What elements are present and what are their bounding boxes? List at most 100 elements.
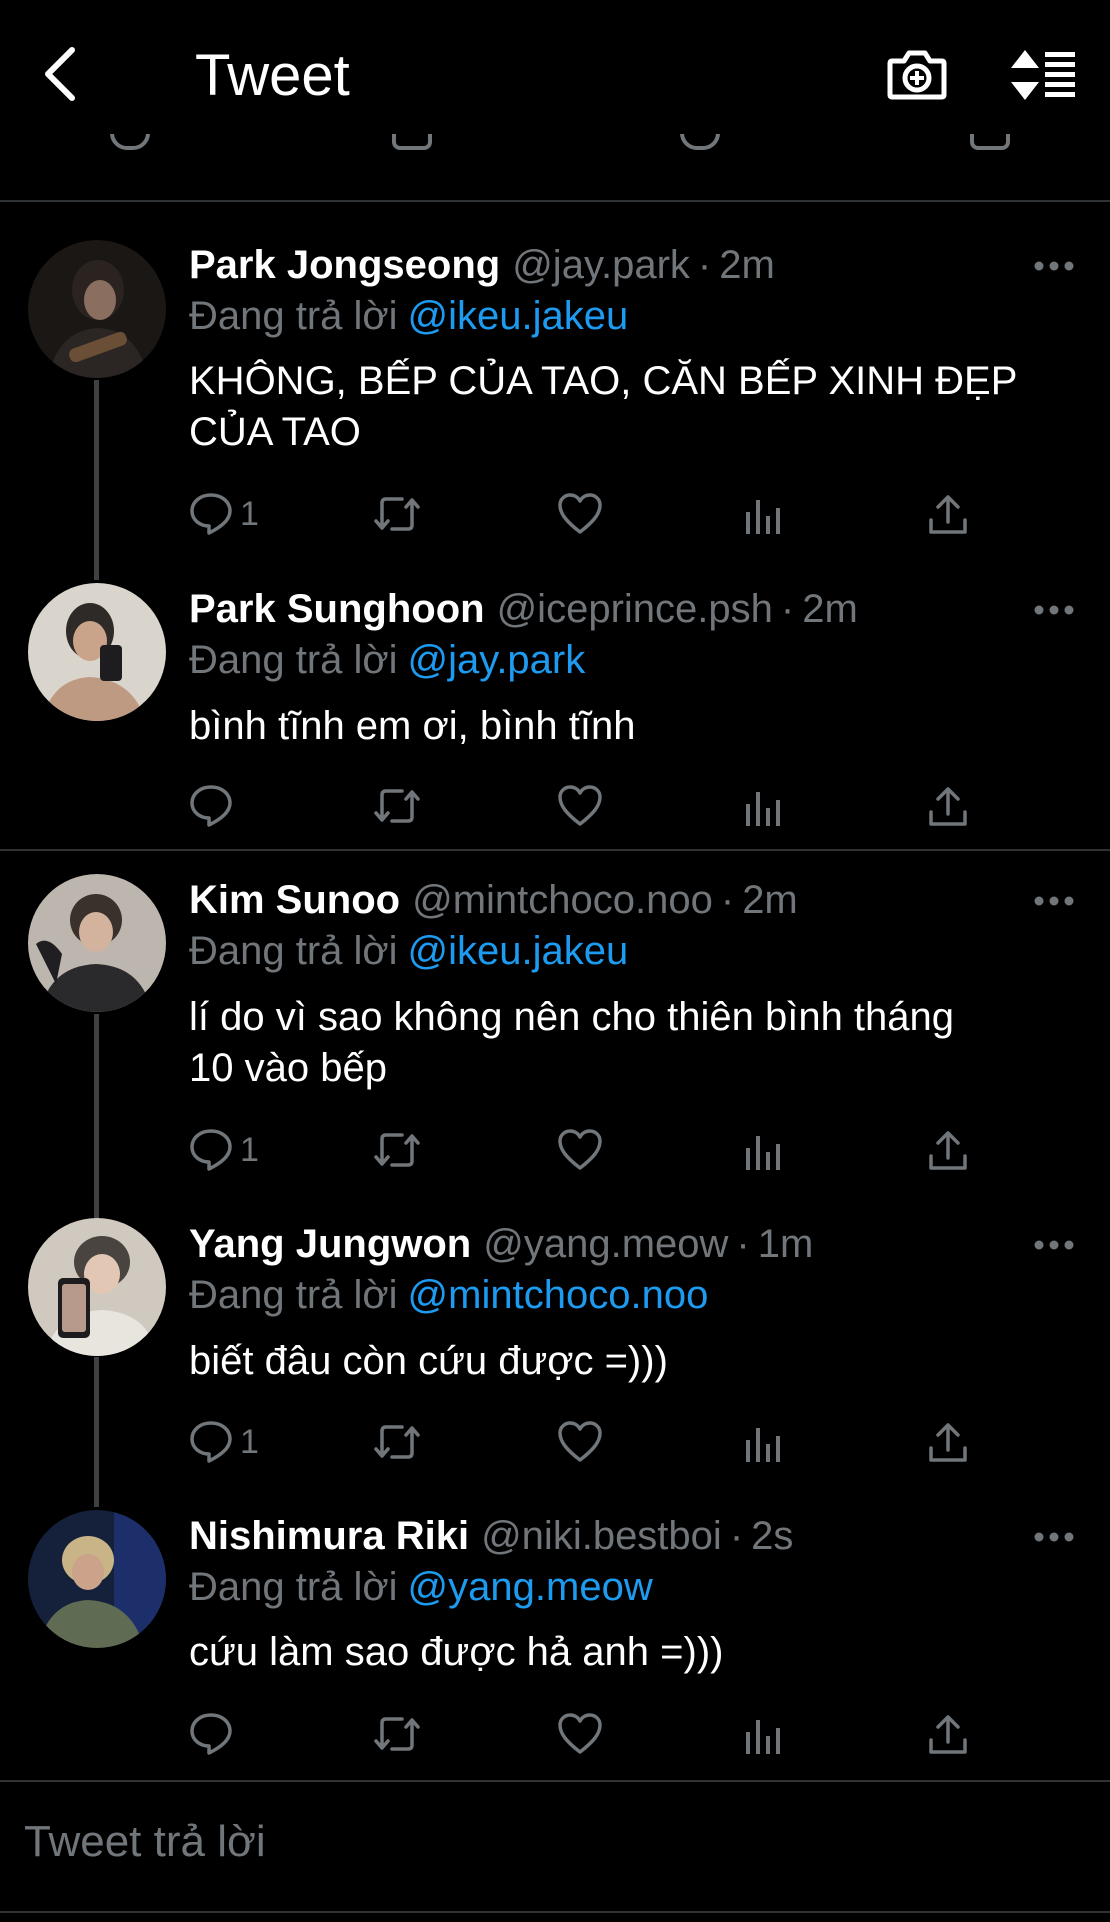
tweet-text-line: cứu làm sao được hả anh =)))	[189, 1630, 724, 1674]
comment-icon	[190, 1421, 232, 1463]
camera-button[interactable]	[882, 40, 952, 110]
tweet-text-line: KHÔNG, BẾP CỦA TAO, CĂN BẾP XINH ĐẸP	[189, 359, 1018, 403]
like-button[interactable]	[557, 776, 603, 836]
mention-link[interactable]: @ikeu.jakeu	[408, 294, 629, 338]
like-button[interactable]	[557, 1120, 603, 1180]
retweet-icon	[374, 1425, 420, 1459]
author-handle[interactable]: @niki.bestboi	[481, 1514, 722, 1558]
share-button[interactable]	[926, 1412, 970, 1472]
more-options-button[interactable]	[1020, 246, 1088, 286]
author-name[interactable]: Kim Sunoo	[189, 878, 400, 922]
analytics-icon	[746, 500, 780, 534]
author-handle[interactable]: @jay.park	[512, 243, 690, 287]
timestamp: 2m	[802, 587, 858, 631]
author-handle[interactable]: @iceprince.psh	[497, 587, 773, 631]
reply-button[interactable]	[188, 776, 240, 836]
more-options-button[interactable]	[1020, 1517, 1088, 1557]
avatar[interactable]	[28, 874, 166, 1012]
avatar[interactable]	[28, 240, 166, 378]
comment-icon	[190, 785, 232, 827]
mention-link[interactable]: @yang.meow	[408, 1565, 653, 1609]
like-button[interactable]	[557, 1704, 603, 1764]
author-name[interactable]: Yang Jungwon	[189, 1222, 471, 1266]
thread-connector	[94, 1014, 99, 1219]
analytics-icon	[746, 792, 780, 826]
like-heart-icon	[558, 1713, 602, 1754]
author-name[interactable]: Nishimura Riki	[189, 1514, 469, 1558]
analytics-button[interactable]	[742, 776, 782, 836]
retweet-button[interactable]	[372, 776, 422, 836]
reply-button[interactable]: 1	[188, 484, 259, 544]
reply-count: 1	[240, 1130, 259, 1169]
more-dots-icon	[1034, 605, 1074, 615]
retweet-icon	[374, 789, 420, 823]
retweet-button[interactable]	[372, 1704, 422, 1764]
separator-dot: ·	[729, 1514, 744, 1558]
share-icon	[929, 1131, 967, 1170]
reply-count: 1	[240, 1422, 259, 1461]
share-icon	[929, 1715, 967, 1754]
back-button[interactable]	[30, 36, 90, 112]
tweet-text-line: CỦA TAO	[189, 410, 361, 454]
action-bar: 1	[0, 484, 1110, 544]
avatar[interactable]	[28, 1218, 166, 1356]
comment-icon	[190, 493, 232, 535]
analytics-button[interactable]	[742, 484, 782, 544]
share-icon	[929, 1423, 967, 1462]
retweet-icon	[374, 497, 420, 531]
tweet-text-line: bình tĩnh em ơi, bình tĩnh	[189, 704, 636, 748]
analytics-icon	[746, 1720, 780, 1754]
thread-connector	[94, 380, 99, 580]
retweet-button[interactable]	[372, 1412, 422, 1472]
reply-button[interactable]: 1	[188, 1120, 259, 1180]
share-button[interactable]	[926, 484, 970, 544]
reply-button[interactable]: 1	[188, 1412, 259, 1472]
camera-plus-icon	[887, 50, 947, 100]
scrolled-action-row	[0, 134, 1110, 158]
analytics-button[interactable]	[742, 1120, 782, 1180]
reply-composer	[0, 1780, 1110, 1922]
author-name[interactable]: Park Sunghoon	[189, 587, 485, 631]
more-options-button[interactable]	[1020, 1225, 1088, 1265]
comment-icon	[190, 1713, 232, 1755]
separator-dot: ·	[697, 243, 712, 287]
sort-button[interactable]	[1006, 40, 1082, 110]
retweet-icon	[374, 1133, 420, 1167]
reply-input[interactable]	[22, 1806, 1086, 1878]
tweet-text-line: biết đâu còn cứu được =)))	[189, 1339, 668, 1383]
reply-prefix: Đang trả lời	[189, 294, 398, 338]
share-button[interactable]	[926, 1120, 970, 1180]
more-dots-icon	[1034, 1532, 1074, 1542]
tweet-text: KHÔNG, BẾP CỦA TAO, CĂN BẾP XINH ĐẸP CỦA…	[189, 356, 1069, 458]
avatar[interactable]	[28, 1510, 166, 1648]
retweet-button[interactable]	[372, 484, 422, 544]
avatar[interactable]	[28, 583, 166, 721]
chevron-left-icon	[45, 47, 75, 101]
more-options-button[interactable]	[1020, 881, 1088, 921]
reply-context: Đang trả lời @ikeu.jakeu	[189, 926, 628, 976]
analytics-button[interactable]	[742, 1412, 782, 1472]
more-dots-icon	[1034, 1240, 1074, 1250]
like-heart-icon	[558, 785, 602, 826]
analytics-button[interactable]	[742, 1704, 782, 1764]
reply-button[interactable]	[188, 1704, 240, 1764]
like-button[interactable]	[557, 1412, 603, 1472]
more-options-button[interactable]	[1020, 590, 1088, 630]
share-button[interactable]	[926, 776, 970, 836]
mention-link[interactable]: @jay.park	[408, 638, 586, 682]
share-button[interactable]	[926, 1704, 970, 1764]
mention-link[interactable]: @ikeu.jakeu	[408, 929, 629, 973]
retweet-icon	[374, 1717, 420, 1751]
reply-prefix: Đang trả lời	[189, 638, 398, 682]
author-handle[interactable]: @mintchoco.noo	[412, 878, 713, 922]
retweet-button[interactable]	[372, 1120, 422, 1180]
timestamp: 2s	[751, 1514, 794, 1558]
analytics-icon	[746, 1136, 780, 1170]
separator-dot: ·	[736, 1222, 750, 1266]
author-handle[interactable]: @yang.meow	[483, 1222, 728, 1266]
top-bar: Tweet	[0, 0, 1110, 202]
mention-link[interactable]: @mintchoco.noo	[408, 1273, 709, 1317]
more-dots-icon	[1034, 261, 1074, 271]
like-button[interactable]	[557, 484, 603, 544]
author-name[interactable]: Park Jongseong	[189, 243, 500, 287]
